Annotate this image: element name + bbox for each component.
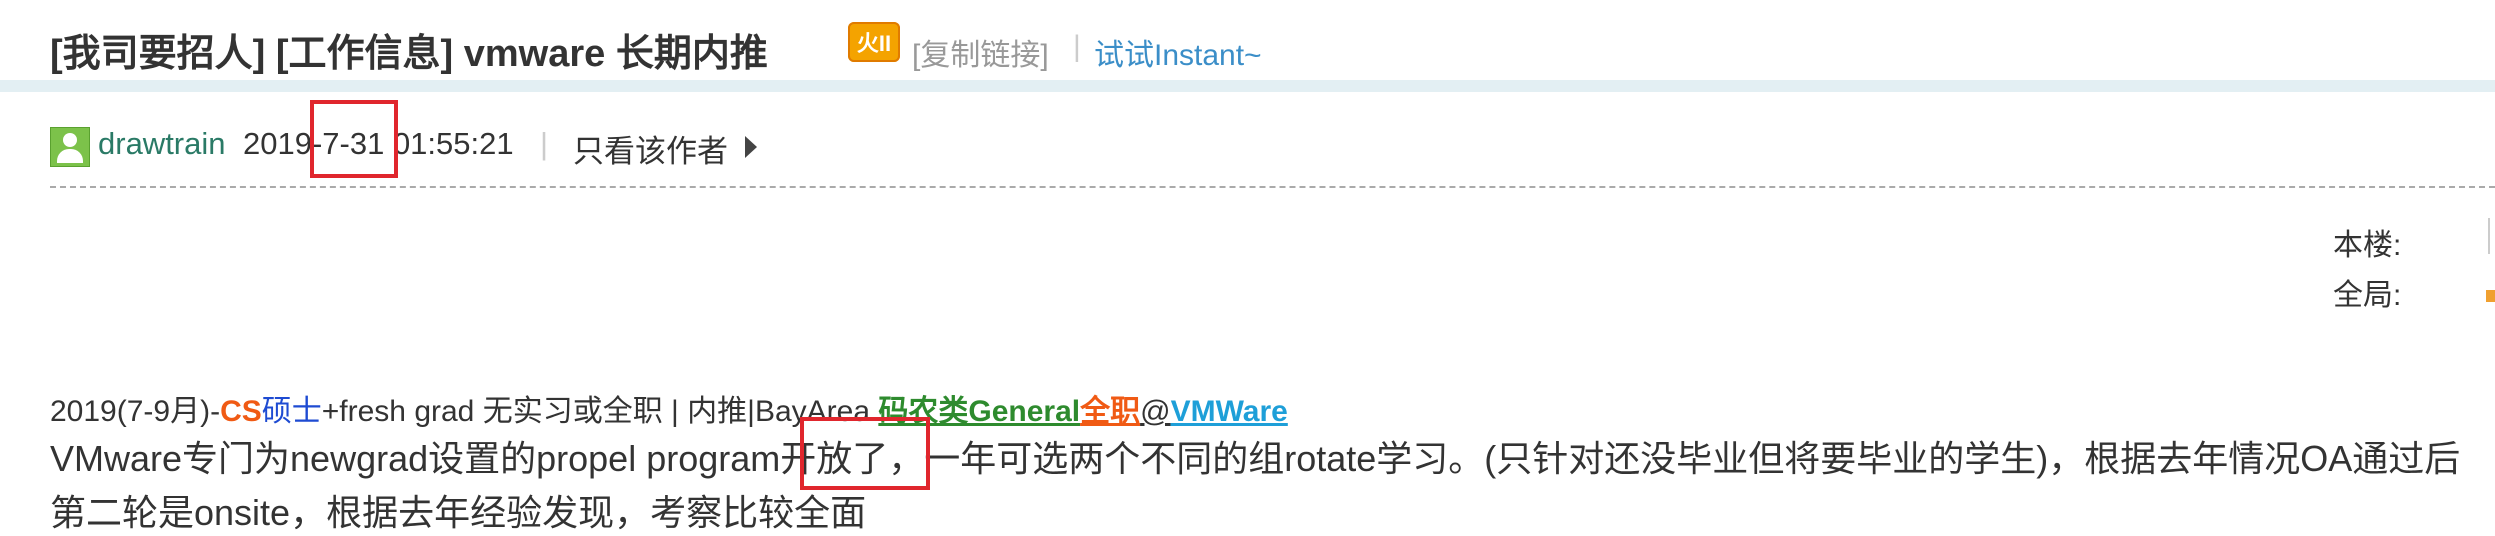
tag-fulltime-link[interactable]: 全职 [1080, 395, 1140, 428]
hot-badge-icon: 火II [848, 22, 900, 62]
tag-cs: CS [220, 395, 262, 428]
post-tag-line: 2019(7-9月)-CS硕士+fresh grad 无实习或全职 | 内推|B… [50, 386, 1288, 430]
tag-middle: +fresh grad 无实习或全职 | 内推|BayArea [321, 395, 879, 428]
avatar-icon[interactable] [50, 127, 90, 167]
tag-master: 硕士 [261, 395, 322, 428]
only-author-link[interactable]: 只看该作者 [573, 126, 728, 171]
dashed-divider [50, 186, 2495, 188]
thread-title: [我司要招人] [工作信息] vmware 长期内推 [50, 33, 768, 75]
try-instant-link[interactable]: 试试Instant~ [1094, 30, 1262, 74]
header-separator: | [1073, 30, 1081, 63]
tag-prefix: 2019(7-9月)- [50, 395, 221, 428]
author-name-link[interactable]: drawtrain [98, 126, 226, 162]
opened-highlight-box [800, 417, 930, 490]
floor-control-edge[interactable] [2488, 218, 2495, 254]
post-content-line-1: VMware专门为newgrad设置的propel program开放了，一年可… [50, 438, 2461, 479]
copy-link-button[interactable]: [复制链接] [912, 30, 1049, 74]
play-arrow-icon[interactable] [745, 136, 757, 158]
global-control-icon[interactable] [2486, 290, 2495, 302]
this-floor-label: 本楼: [2333, 229, 2402, 262]
global-label: 全局: [2333, 279, 2402, 312]
thread-header: [我司要招人] [工作信息] vmware 长期内推 火II [复制链接] | … [0, 0, 2495, 82]
tag-company-link[interactable]: VMWare [1171, 395, 1288, 428]
tag-at: @ [1140, 395, 1171, 428]
header-divider [0, 80, 2495, 92]
author-separator: | [540, 126, 549, 161]
date-highlight-box [310, 100, 398, 178]
